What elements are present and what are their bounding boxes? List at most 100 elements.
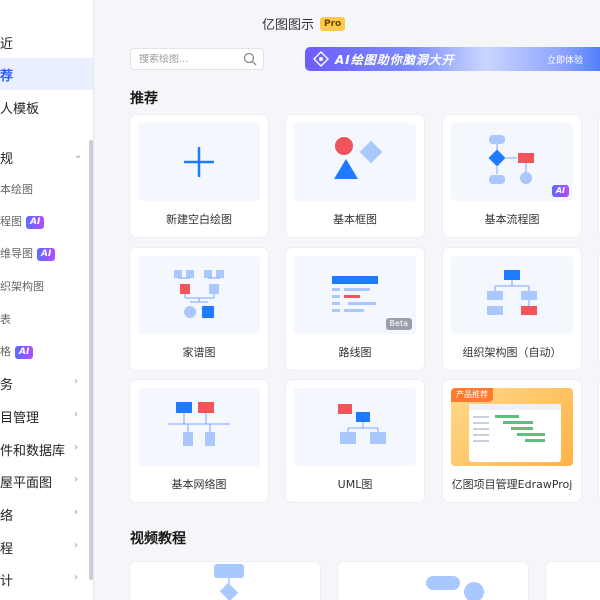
sidebar-item-design[interactable]: 计 › (0, 563, 93, 595)
card-label: 组织架构图（自动） (462, 346, 562, 359)
sidebar-item-network[interactable]: 络 › (0, 498, 93, 530)
chevron-right-icon: › (74, 572, 78, 583)
ai-badge: AI (15, 345, 34, 359)
ai-badge: AI (37, 247, 56, 261)
card-basic-flowchart[interactable]: AI 基本流程图 (443, 115, 581, 237)
card-label: UML图 (337, 478, 373, 491)
chevron-right-icon: › (74, 474, 78, 485)
sidebar-item-software-database[interactable]: 件和数据库 › (0, 433, 93, 465)
card-label: 家谱图 (182, 346, 216, 359)
main-content: 亿图图示 Pro AI绘图助你脑洞大开 立即体验 推荐 新建空白绘图 基本框图 … (94, 0, 600, 600)
sidebar-item-label: 表 (0, 313, 11, 326)
sidebar-item-personal-templates[interactable]: 人模板 (0, 91, 93, 123)
card-basic-block[interactable]: 基本框图 (286, 115, 424, 237)
sidebar-item-recommended[interactable]: 荐 (0, 58, 93, 90)
search-input[interactable] (139, 53, 239, 65)
search-box (130, 48, 264, 70)
sidebar-item-label: 人模板 (0, 101, 40, 117)
card-label: 基本框图 (333, 213, 377, 226)
card-label: 路线图 (338, 346, 372, 359)
card-thumbnail: AI (451, 123, 573, 201)
section-title-videos: 视频教程 (130, 531, 186, 547)
sidebar-item-label: 本绘图 (0, 183, 33, 196)
chevron-right-icon: › (74, 376, 78, 387)
chevron-right-icon: › (74, 507, 78, 518)
card-thumbnail (451, 256, 573, 334)
section-title-recommended: 推荐 (130, 91, 158, 107)
sidebar-item-table[interactable]: 格 AI (0, 335, 93, 367)
video-thumbnail-icon (214, 564, 244, 600)
ai-logo-icon (313, 51, 329, 67)
card-thumbnail: 产品推荐 (451, 388, 573, 466)
sidebar-item-label: 目管理 (0, 410, 40, 426)
card-thumbnail (294, 123, 416, 201)
sidebar-item-project-management[interactable]: 目管理 › (0, 400, 93, 432)
chevron-down-icon: ⌄ (74, 150, 83, 161)
video-thumbnail-icon (426, 576, 484, 600)
sidebar-item-label: 格 (0, 345, 11, 358)
sidebar-item-chart[interactable]: 表 (0, 303, 93, 335)
sidebar-item-label: 屋平面图 (0, 475, 53, 491)
card-org-chart-auto[interactable]: 组织架构图（自动） (443, 248, 581, 370)
card-new-blank[interactable]: 新建空白绘图 (130, 115, 268, 237)
pro-badge: Pro (320, 16, 346, 31)
card-family-tree[interactable]: 家谱图 (130, 248, 268, 370)
sidebar-item-label: 计 (0, 573, 14, 589)
sidebar-item-label: 务 (0, 377, 14, 393)
card-edrawproj[interactable]: 产品推荐 亿图项目管理EdrawProj (443, 380, 581, 502)
card-thumbnail (138, 123, 260, 201)
sidebar-scrollbar[interactable] (89, 140, 93, 580)
sidebar-item-label: 规 (0, 151, 14, 167)
card-thumbnail (138, 256, 260, 334)
video-card[interactable] (546, 562, 600, 600)
sidebar-item-label: 程图 (0, 215, 22, 228)
network-icon (168, 402, 230, 446)
chevron-right-icon: › (74, 540, 78, 551)
ai-banner-cta[interactable]: 立即体验 (547, 53, 583, 66)
sidebar-item-label: 络 (0, 508, 14, 524)
sidebar-item-flowchart[interactable]: 程图 AI (0, 205, 93, 237)
sidebar-item-recent[interactable]: 近 (0, 26, 93, 58)
card-label: 新建空白绘图 (166, 213, 232, 226)
family-tree-icon (174, 270, 224, 318)
sidebar-item-engineering[interactable]: 程 › (0, 531, 93, 563)
plus-icon (184, 147, 214, 177)
org-chart-icon (487, 270, 537, 315)
app-title-text: 亿图图示 (262, 18, 315, 33)
sidebar-item-business[interactable]: 务 › (0, 367, 93, 399)
uml-icon (338, 404, 386, 444)
card-roadmap[interactable]: Beta 路线图 (286, 248, 424, 370)
sidebar-item-floor-plan[interactable]: 屋平面图 › (0, 465, 93, 497)
card-thumbnail (294, 388, 416, 466)
sidebar-item-general[interactable]: 规 ⌄ (0, 141, 93, 173)
sidebar-item-org-chart[interactable]: 织架构图 (0, 270, 93, 302)
product-recommend-tag: 产品推荐 (451, 388, 493, 402)
card-thumbnail: Beta (294, 256, 416, 334)
app-title: 亿图图示 Pro (262, 14, 346, 33)
card-label: 基本网络图 (171, 478, 227, 491)
sidebar-item-label: 件和数据库 (0, 443, 66, 459)
shapes-icon (334, 137, 383, 179)
video-card[interactable] (338, 562, 528, 600)
ai-badge: AI (551, 185, 569, 197)
video-card[interactable] (130, 562, 320, 600)
chevron-right-icon: › (74, 442, 78, 453)
ai-banner-text: AI绘图助你脑洞大开 (335, 52, 455, 67)
card-basic-network[interactable]: 基本网络图 (130, 380, 268, 502)
card-uml[interactable]: UML图 (286, 380, 424, 502)
ai-banner[interactable]: AI绘图助你脑洞大开 立即体验 (305, 47, 600, 71)
card-label: 亿图项目管理EdrawProj (451, 478, 573, 491)
sidebar: 近 荐 人模板 规 ⌄ 本绘图 程图 AI 维导图 AI 织架构图 表 格 AI 务 › … (0, 0, 94, 600)
beta-badge: Beta (385, 318, 412, 330)
search-icon[interactable] (243, 52, 257, 66)
card-label: 基本流程图 (484, 213, 540, 226)
sidebar-item-label: 近 (0, 36, 14, 52)
sidebar-item-label: 织架构图 (0, 280, 44, 293)
card-thumbnail (138, 388, 260, 466)
sidebar-item-mindmap[interactable]: 维导图 AI (0, 237, 93, 269)
sidebar-item-label: 程 (0, 541, 14, 557)
sidebar-item-basic-drawing[interactable]: 本绘图 (0, 173, 93, 205)
sidebar-item-label: 维导图 (0, 247, 33, 260)
chevron-right-icon: › (74, 409, 78, 420)
sidebar-item-label: 荐 (0, 68, 14, 84)
